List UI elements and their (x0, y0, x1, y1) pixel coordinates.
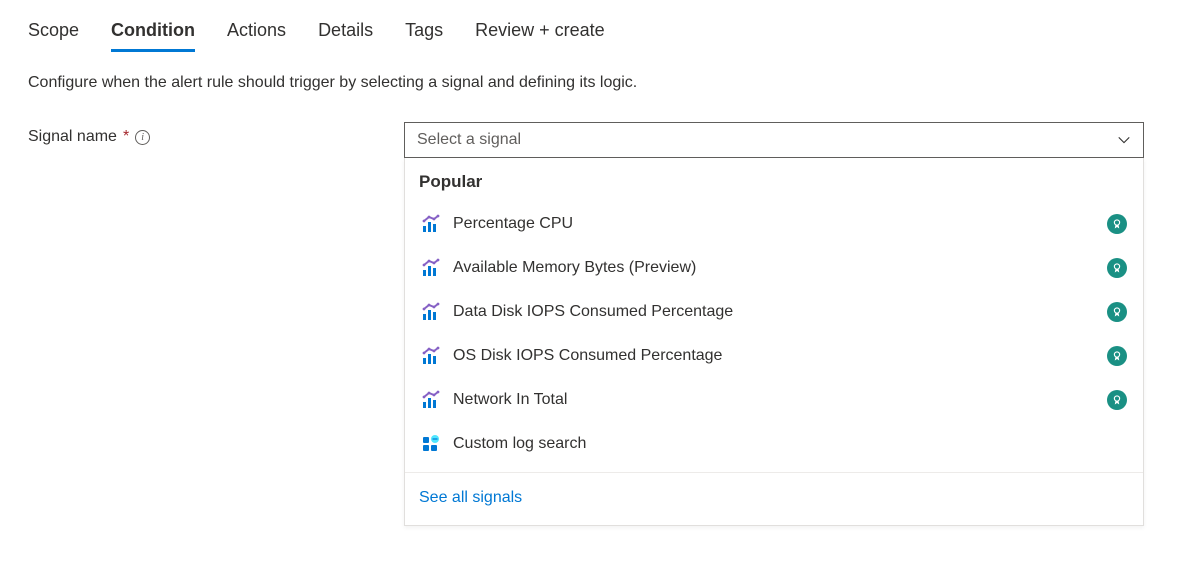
signal-item-label: OS Disk IOPS Consumed Percentage (453, 347, 722, 365)
page-description: Configure when the alert rule should tri… (28, 74, 1152, 92)
signal-item-network-in-total[interactable]: Network In Total (405, 378, 1143, 422)
dropdown-section-header: Popular (405, 158, 1143, 202)
signal-item-label: Percentage CPU (453, 215, 573, 233)
metric-chart-icon (421, 258, 441, 278)
metric-chart-icon (421, 302, 441, 322)
recommended-badge-icon (1107, 214, 1127, 234)
tab-details[interactable]: Details (318, 20, 373, 52)
signal-item-label: Custom log search (453, 435, 586, 453)
recommended-badge-icon (1107, 390, 1127, 410)
tab-condition[interactable]: Condition (111, 20, 195, 52)
signal-name-row: Signal name * i Select a signal Popular (28, 122, 1152, 526)
signal-dropdown: Select a signal Popular (404, 122, 1144, 526)
recommended-badge-icon (1107, 302, 1127, 322)
tab-scope[interactable]: Scope (28, 20, 79, 52)
log-search-icon (421, 434, 441, 454)
signal-dropdown-trigger[interactable]: Select a signal (404, 122, 1144, 158)
tab-review-create[interactable]: Review + create (475, 20, 605, 52)
recommended-badge-icon (1107, 346, 1127, 366)
signal-item-custom-log-search[interactable]: Custom log search (405, 422, 1143, 466)
signal-item-os-disk-iops[interactable]: OS Disk IOPS Consumed Percentage (405, 334, 1143, 378)
signal-item-label: Available Memory Bytes (Preview) (453, 259, 696, 277)
signal-item-percentage-cpu[interactable]: Percentage CPU (405, 202, 1143, 246)
chevron-down-icon (1117, 133, 1131, 147)
signal-dropdown-panel: Popular Percentage CPU (404, 158, 1144, 526)
signal-item-data-disk-iops[interactable]: Data Disk IOPS Consumed Percentage (405, 290, 1143, 334)
signal-dropdown-placeholder: Select a signal (417, 131, 521, 149)
signal-name-label-text: Signal name (28, 128, 117, 146)
tab-actions[interactable]: Actions (227, 20, 286, 52)
signal-item-label: Data Disk IOPS Consumed Percentage (453, 303, 733, 321)
metric-chart-icon (421, 390, 441, 410)
tab-tags[interactable]: Tags (405, 20, 443, 52)
metric-chart-icon (421, 346, 441, 366)
required-asterisk: * (123, 128, 129, 146)
signal-item-label: Network In Total (453, 391, 567, 409)
signal-name-label: Signal name * i (28, 122, 388, 146)
tab-bar: Scope Condition Actions Details Tags Rev… (28, 20, 1152, 52)
recommended-badge-icon (1107, 258, 1127, 278)
see-all-signals-link[interactable]: See all signals (419, 489, 522, 506)
signal-item-available-memory[interactable]: Available Memory Bytes (Preview) (405, 246, 1143, 290)
dropdown-footer: See all signals (405, 472, 1143, 525)
metric-chart-icon (421, 214, 441, 234)
info-icon[interactable]: i (135, 130, 150, 145)
